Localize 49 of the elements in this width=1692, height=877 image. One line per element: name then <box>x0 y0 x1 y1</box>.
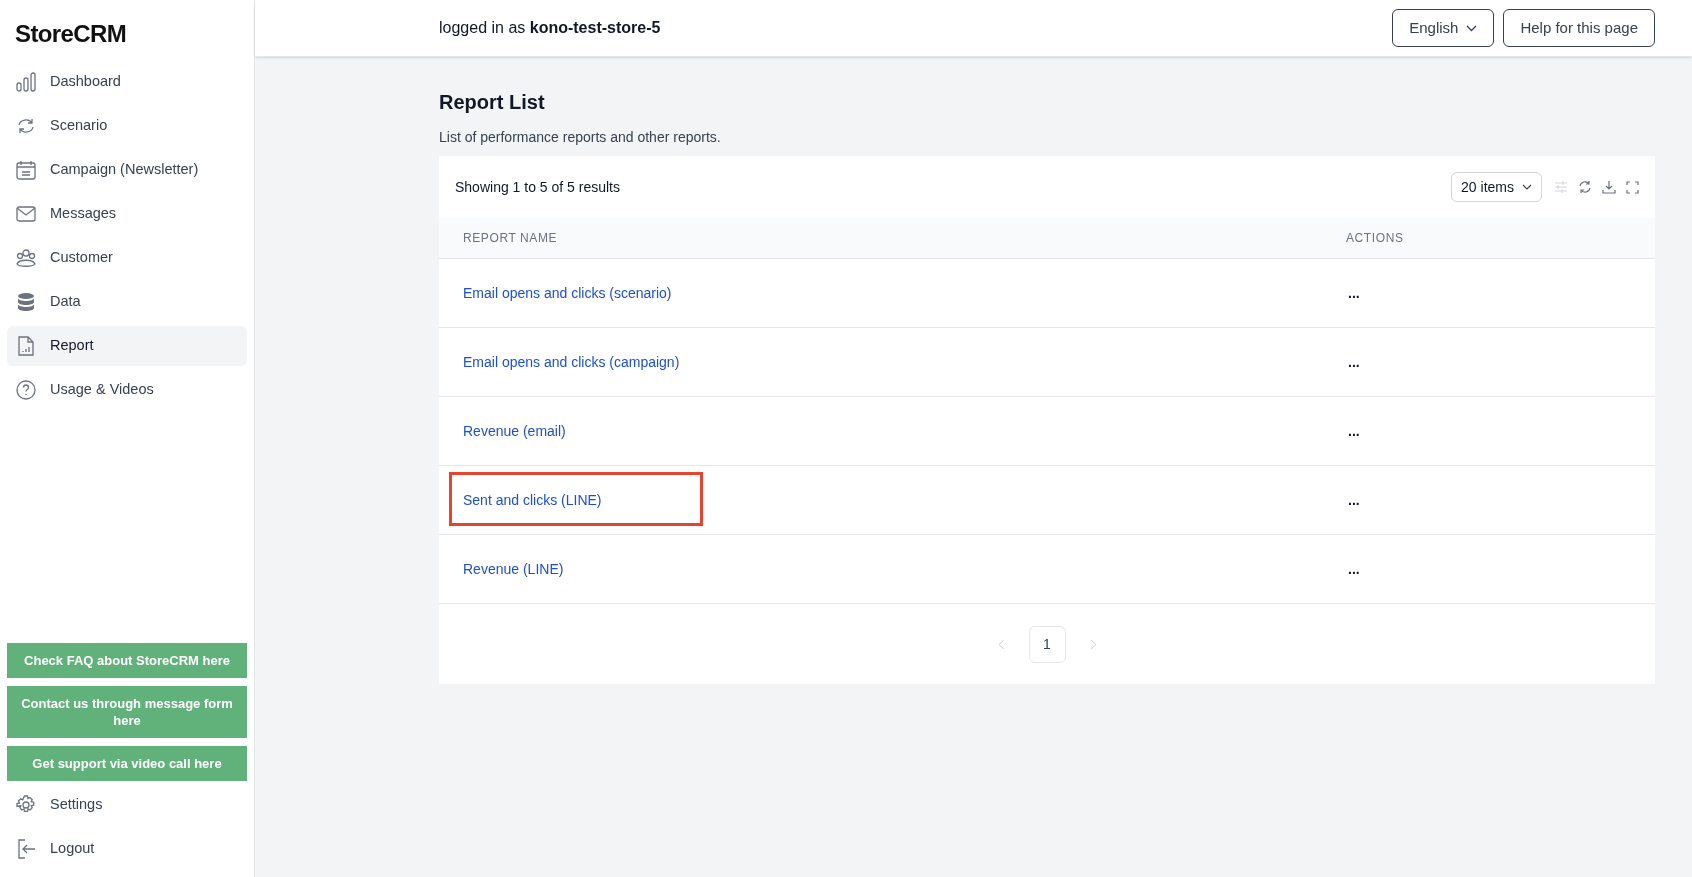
report-link[interactable]: Revenue (email) <box>463 420 1318 442</box>
page-subtitle: List of performance reports and other reports. <box>439 128 722 147</box>
sidebar-item[interactable]: Report <box>7 326 247 366</box>
filter-icon[interactable] <box>1554 181 1568 193</box>
actions-menu[interactable]: ... <box>1346 489 1362 511</box>
chevron-right-icon[interactable] <box>1089 638 1097 650</box>
actions-menu[interactable]: ... <box>1346 558 1362 580</box>
page-button[interactable]: 1 <box>1028 625 1066 663</box>
column-header: ACTIONS <box>1346 230 1404 247</box>
report-link[interactable]: Email opens and clicks (campaign) <box>463 351 1318 373</box>
language-dropdown[interactable]: English <box>1392 9 1495 47</box>
people-icon <box>16 248 36 268</box>
sidebar-item[interactable]: Campaign (Newsletter) <box>7 150 247 190</box>
sidebar-item[interactable]: Data <box>7 282 247 322</box>
column-header: REPORT NAME <box>462 230 559 247</box>
report-link[interactable]: Revenue (LINE) <box>463 558 1318 580</box>
logout-icon <box>16 839 36 859</box>
question-circle-icon <box>16 380 36 400</box>
chevron-down-icon <box>1522 184 1532 190</box>
sidebar-item[interactable]: Settings <box>7 785 247 825</box>
calendar-icon <box>16 160 36 180</box>
actions-menu[interactable]: ... <box>1346 282 1362 304</box>
sidebar-item[interactable]: Usage & Videos <box>7 370 247 410</box>
chevron-left-icon[interactable] <box>997 638 1005 650</box>
download-icon[interactable] <box>1602 180 1616 194</box>
chevron-down-icon <box>1466 24 1478 32</box>
refresh-icon[interactable] <box>1578 180 1592 194</box>
settings-icon <box>16 795 36 815</box>
sidebar-item[interactable]: Messages <box>7 194 247 234</box>
login-status: logged in as kono-test-store-5 <box>439 18 661 38</box>
cycle-arrows-icon <box>16 116 36 136</box>
page-size-dropdown[interactable]: 20 items <box>1451 172 1542 202</box>
page-title: Report List <box>439 90 546 115</box>
sidebar-item[interactable]: Scenario <box>7 106 247 146</box>
sidebar-item[interactable]: Customer <box>7 238 247 278</box>
sidebar-item[interactable]: Dashboard <box>7 62 247 102</box>
help-button[interactable]: Help for this page <box>1503 9 1655 47</box>
database-icon <box>16 292 36 312</box>
actions-menu[interactable]: ... <box>1346 351 1362 373</box>
document-chart-icon <box>16 336 36 356</box>
results-summary: Showing 1 to 5 of 5 results <box>455 177 620 197</box>
report-link[interactable]: Sent and clicks (LINE) <box>463 489 1318 511</box>
actions-menu[interactable]: ... <box>1346 420 1362 442</box>
bar-chart-icon <box>16 72 36 92</box>
fullscreen-icon[interactable] <box>1626 180 1639 194</box>
envelope-icon <box>16 204 36 224</box>
brand-logo: StoreCRM <box>15 20 127 47</box>
report-link[interactable]: Email opens and clicks (scenario) <box>463 282 1318 304</box>
sidebar-item[interactable]: Logout <box>7 829 247 869</box>
